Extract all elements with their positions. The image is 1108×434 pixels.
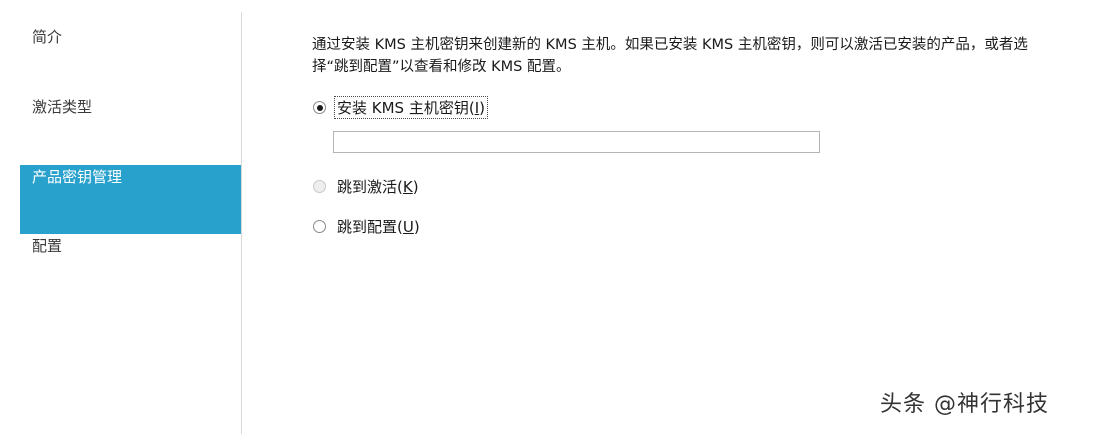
watermark: 头条 @神行科技	[880, 392, 1049, 417]
install-kms-key-label: 安装 KMS 主机密钥(I)	[334, 96, 488, 119]
skip-to-activation-radio[interactable]	[313, 180, 326, 193]
skip-to-activation-accesskey: K	[402, 178, 413, 196]
sidebar-item-config[interactable]: 配置	[20, 235, 241, 259]
sidebar-item-label: 配置	[32, 237, 63, 255]
kms-host-key-input[interactable]	[333, 131, 820, 153]
skip-to-activation-label: 跳到激活(K)	[337, 178, 419, 196]
main-panel: 通过安装 KMS 主机密钥来创建新的 KMS 主机。如果已安装 KMS 主机密钥…	[242, 0, 1108, 434]
skip-to-config-option[interactable]: 跳到配置(U)	[313, 216, 420, 237]
kms-wizard-window: 简介 激活类型 产品密钥管理 配置 通过安装 KMS 主机密钥来创建新的 KMS…	[0, 0, 1108, 434]
skip-to-config-accesskey: U	[402, 218, 414, 236]
skip-to-activation-label-text: 跳到激活	[337, 178, 398, 196]
skip-to-config-label-text: 跳到配置	[337, 218, 398, 236]
skip-to-config-radio[interactable]	[313, 220, 326, 233]
skip-to-config-label: 跳到配置(U)	[337, 218, 420, 236]
sidebar-item-intro[interactable]: 简介	[20, 26, 241, 50]
sidebar-item-activation-type[interactable]: 激活类型	[20, 96, 241, 120]
sidebar-item-label: 激活类型	[32, 98, 93, 116]
description-text: 通过安装 KMS 主机密钥来创建新的 KMS 主机。如果已安装 KMS 主机密钥…	[312, 37, 1028, 75]
skip-to-activation-option[interactable]: 跳到激活(K)	[313, 176, 419, 197]
install-kms-key-option[interactable]: 安装 KMS 主机密钥(I)	[313, 96, 488, 119]
install-kms-key-accesskey: I	[474, 99, 480, 117]
sidebar-item-product-key-management[interactable]: 产品密钥管理	[20, 165, 241, 234]
sidebar-item-label: 简介	[32, 28, 63, 46]
install-kms-key-radio[interactable]	[313, 101, 326, 114]
install-kms-key-label-text: 安装 KMS 主机密钥	[337, 99, 469, 117]
sidebar-item-label: 产品密钥管理	[32, 168, 123, 186]
sidebar: 简介 激活类型 产品密钥管理 配置	[0, 0, 241, 434]
